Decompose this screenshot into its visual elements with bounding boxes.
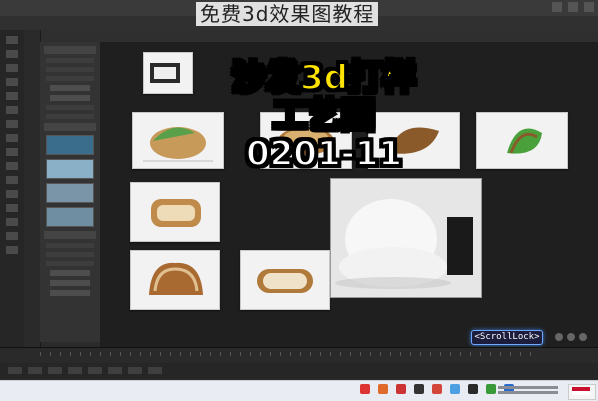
overlay-title: 沙发3d打样 工艺图 0201-11 (205, 58, 443, 174)
language-flag-icon[interactable] (568, 384, 596, 400)
overlay-line-2: 工艺图 (272, 96, 376, 136)
toolbar[interactable] (0, 30, 598, 42)
command-panel-strip[interactable] (24, 30, 41, 360)
window-controls[interactable] (552, 2, 594, 12)
nav-gizmo-icon[interactable] (555, 333, 595, 342)
drawing-card[interactable] (240, 250, 330, 310)
app-icon[interactable] (486, 384, 496, 394)
app-icon[interactable] (468, 384, 478, 394)
app-icon[interactable] (450, 384, 460, 394)
watermark-title: 免费3d效果图教程 (196, 2, 379, 26)
maximize-icon[interactable] (568, 2, 578, 12)
app-icon[interactable] (414, 384, 424, 394)
overlay-line-3: 0201-11 (245, 134, 403, 174)
system-tray[interactable] (498, 384, 558, 396)
properties-rollout[interactable] (40, 42, 101, 342)
timeline-ticks (40, 352, 540, 356)
overlay-line-1: 沙发3d打样 (231, 58, 417, 98)
app-icon[interactable] (396, 384, 406, 394)
drawing-card[interactable] (476, 112, 568, 169)
left-icon-strip[interactable] (0, 30, 24, 360)
status-controls[interactable] (8, 367, 162, 374)
scroll-lock-indicator: <ScrollLock> (471, 330, 543, 345)
drawing-card[interactable] (143, 52, 193, 94)
app-icon[interactable] (360, 384, 370, 394)
drawing-card[interactable] (130, 250, 220, 310)
sofa-render-image (330, 178, 482, 298)
taskbar-app-icons[interactable] (360, 384, 514, 394)
drawing-card[interactable] (130, 182, 220, 242)
app-icon[interactable] (378, 384, 388, 394)
app-icon[interactable] (432, 384, 442, 394)
close-icon[interactable] (584, 2, 594, 12)
minimize-icon[interactable] (552, 2, 562, 12)
